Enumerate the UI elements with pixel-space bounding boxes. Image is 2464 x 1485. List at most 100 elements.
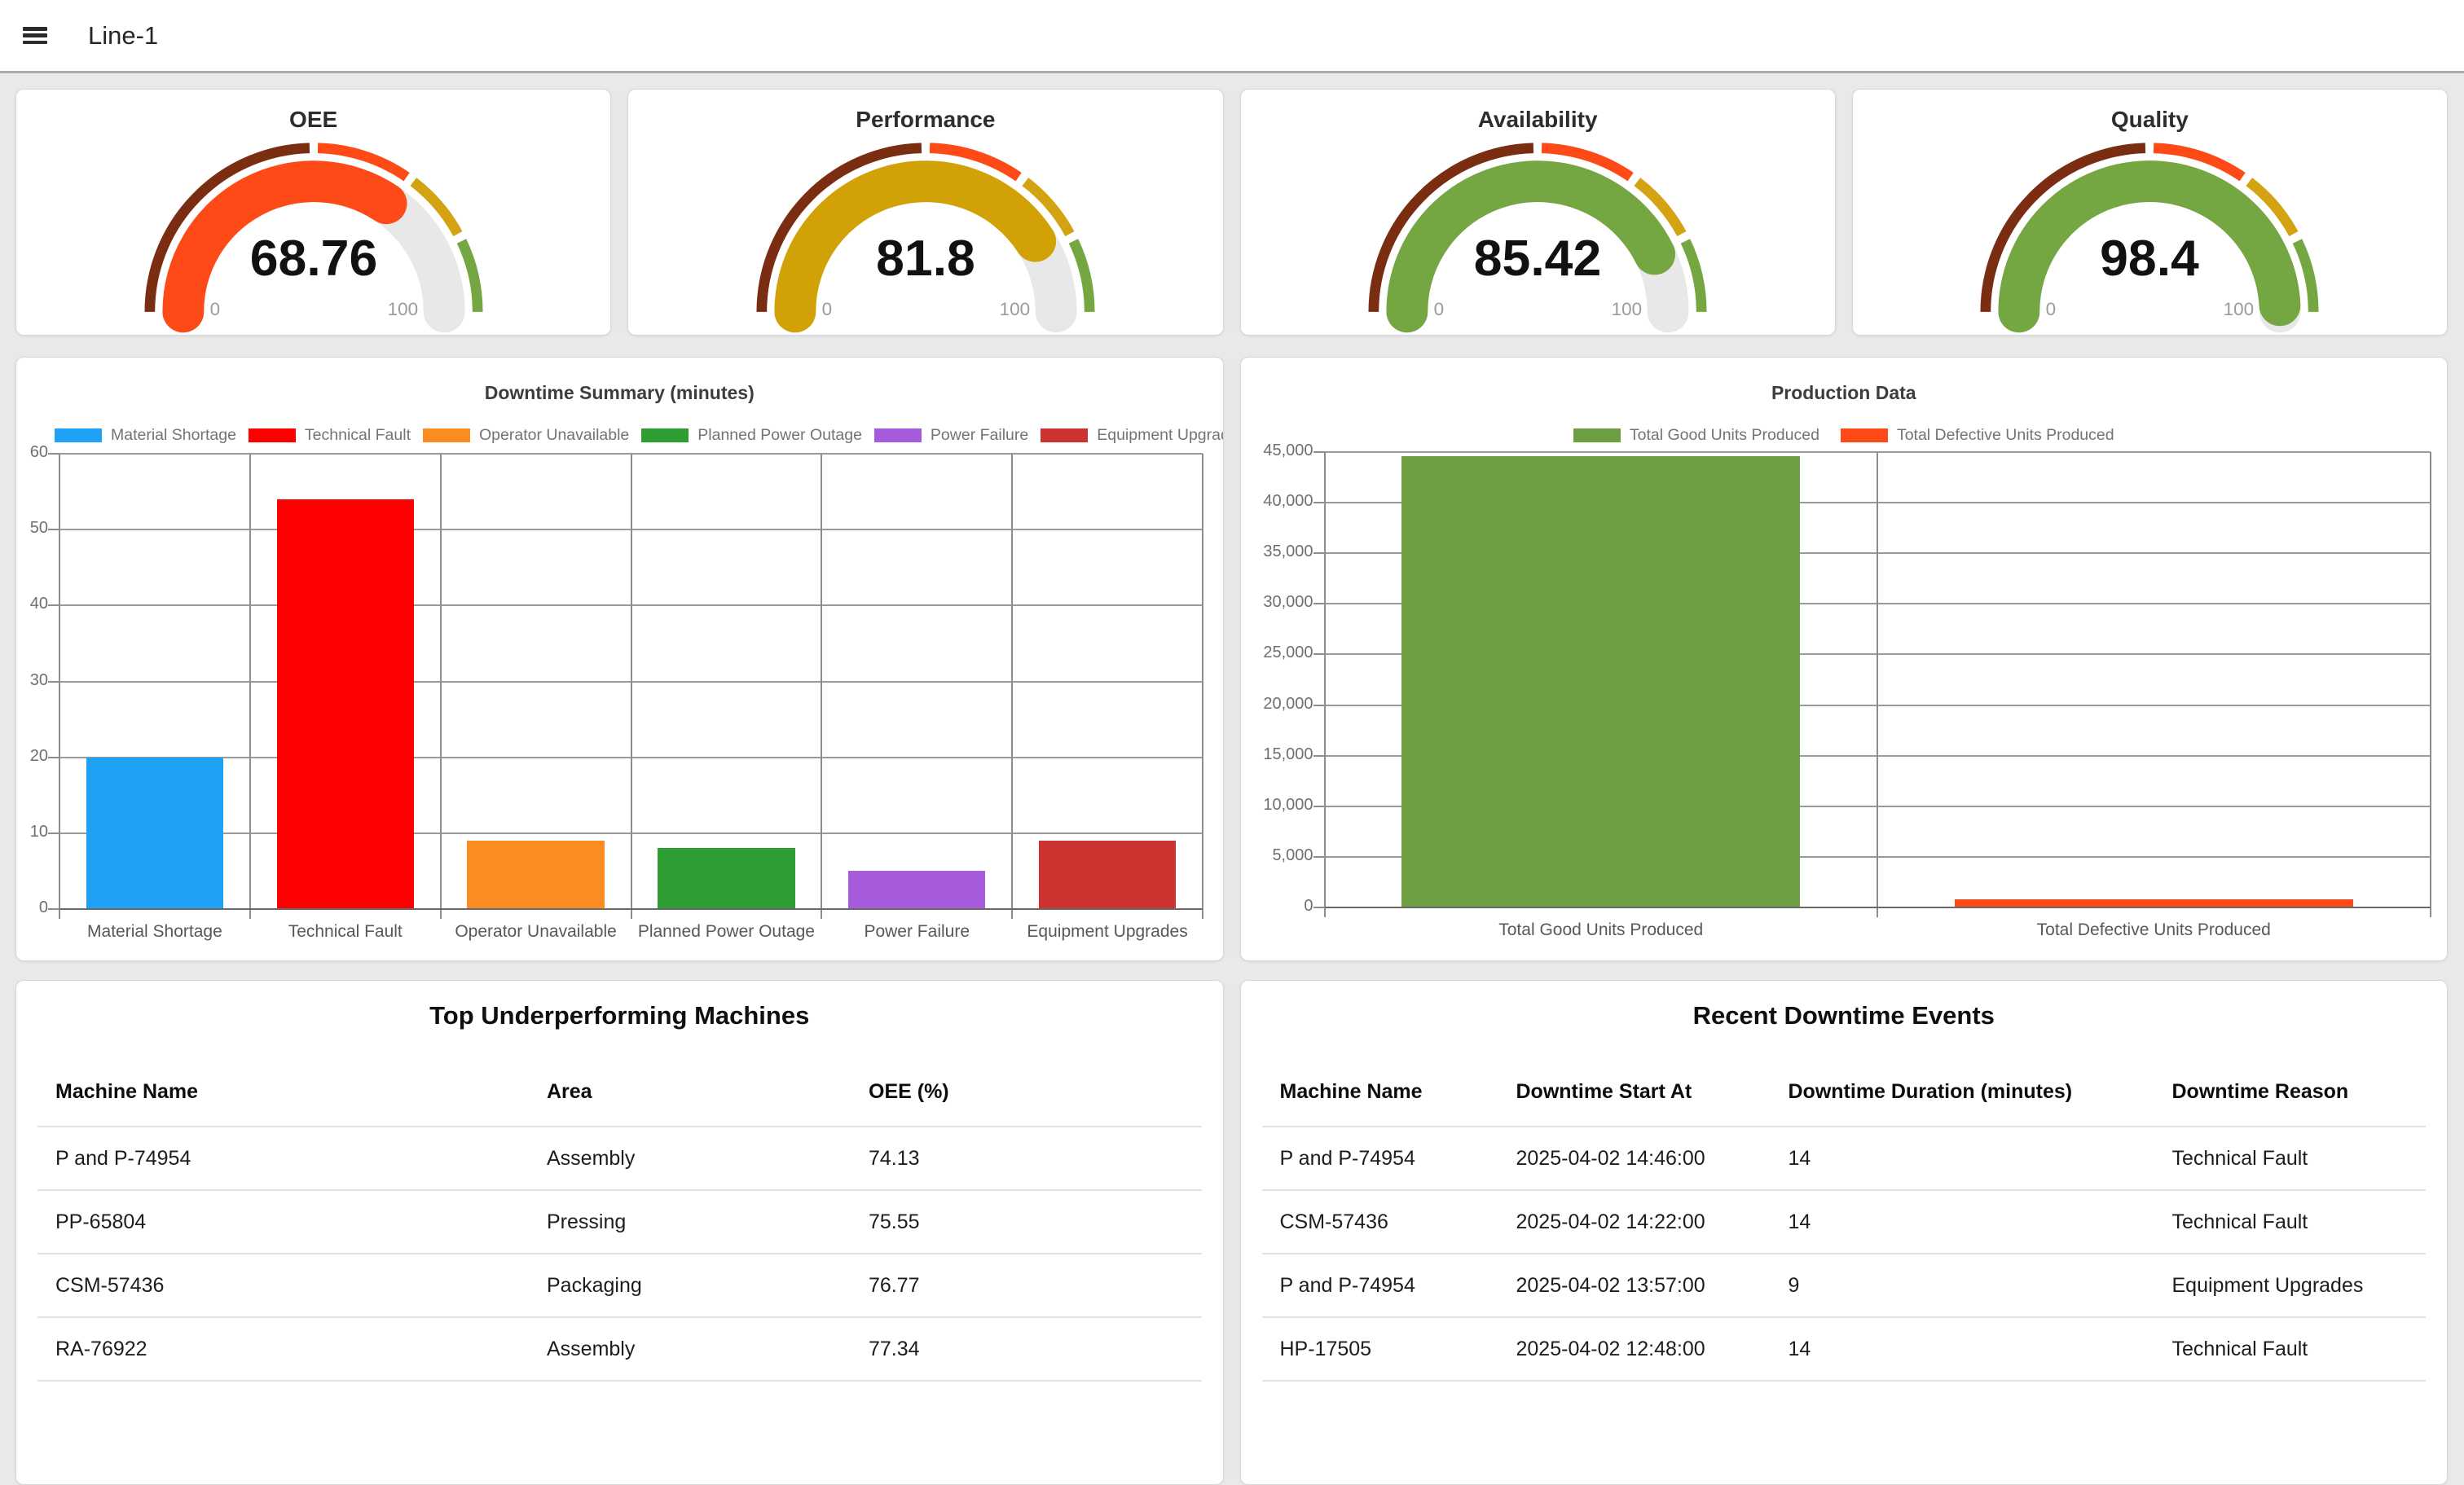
bar-power-failure[interactable]	[848, 871, 985, 909]
gauge-min-label: 0	[822, 299, 833, 319]
legend-swatch	[423, 428, 470, 442]
legend-label: Total Good Units Produced	[1630, 426, 1819, 445]
y-axis-label: 20,000	[1240, 695, 1313, 714]
table-cell: CSM-57436	[1280, 1210, 1516, 1234]
chart-legend: Material ShortageTechnical FaultOperator…	[55, 426, 1224, 445]
x-axis-label: Material Shortage	[59, 922, 250, 942]
table-row: PP-65804Pressing75.55	[16, 1191, 1223, 1253]
y-axis-label: 15,000	[1240, 745, 1313, 764]
x-axis-line	[1325, 907, 2431, 908]
legend-item: Total Good Units Produced	[1573, 426, 1819, 445]
table-cell: 14	[1789, 1338, 2172, 1361]
y-axis-tick	[1313, 907, 1325, 908]
legend-item: Power Failure	[874, 426, 1028, 445]
y-axis-tick	[48, 529, 59, 530]
gauge-value: 98.4	[2101, 230, 2200, 287]
table-row: P and P-74954Assembly74.13	[16, 1127, 1223, 1189]
grid-line-vertical	[1011, 454, 1013, 919]
table-cell: 2025-04-02 13:57:00	[1516, 1274, 1789, 1298]
bar-total-good-units-produced[interactable]	[1401, 456, 1800, 907]
y-axis-label: 0	[15, 898, 48, 917]
underperforming-machines-table: Machine NameAreaOEE (%)P and P-74954Asse…	[16, 1057, 1223, 1382]
y-axis-tick	[48, 908, 59, 910]
table-cell: Assembly	[547, 1147, 869, 1171]
hamburger-icon	[23, 41, 47, 45]
table-row: P and P-749542025-04-02 13:57:009Equipme…	[1241, 1254, 2448, 1316]
grid-line-vertical	[1202, 454, 1203, 919]
y-axis-label: 50	[15, 519, 48, 538]
bar-material-shortage[interactable]	[86, 758, 223, 909]
dashboard: OEE 68.76 0 100 Performance 81.8 0 100 A…	[0, 73, 2464, 1485]
table-cell: CSM-57436	[55, 1274, 547, 1298]
column-header: Downtime Start At	[1516, 1080, 1789, 1104]
grid-line-vertical	[2430, 452, 2431, 917]
table-cell: PP-65804	[55, 1210, 547, 1234]
y-axis-label: 10	[15, 823, 48, 841]
y-axis-tick	[48, 833, 59, 834]
table-cell: 14	[1789, 1210, 2172, 1234]
availability-gauge: 85.42 0 100	[1362, 137, 1713, 336]
table-row: P and P-749542025-04-02 14:46:0014Techni…	[1241, 1127, 2448, 1189]
y-axis-tick	[48, 757, 59, 758]
y-axis-tick	[1313, 502, 1325, 503]
gauge-max-label: 100	[387, 299, 417, 319]
y-axis-label: 45,000	[1240, 442, 1313, 460]
bar-operator-unavailable[interactable]	[467, 841, 604, 909]
y-axis-label: 40,000	[1240, 492, 1313, 511]
y-axis-tick	[48, 453, 59, 455]
oee-gauge-card: OEE 68.76 0 100	[15, 89, 611, 336]
availability-gauge-card: Availability 85.42 0 100	[1240, 89, 1836, 336]
production-data-chart-card: Production Data Total Good Units Produce…	[1240, 357, 2449, 961]
table-cell: Technical Fault	[2172, 1147, 2423, 1171]
x-axis-label: Technical Fault	[250, 922, 441, 942]
grid-line-vertical	[821, 454, 822, 919]
legend-swatch	[1573, 428, 1621, 442]
y-axis-label: 0	[1240, 897, 1313, 916]
legend-label: Power Failure	[931, 426, 1028, 445]
legend-item: Technical Fault	[249, 426, 411, 445]
table-cell: Pressing	[547, 1210, 869, 1234]
y-axis-label: 60	[15, 443, 48, 462]
table-cell: Technical Fault	[2172, 1210, 2423, 1234]
table-header-row: Machine NameDowntime Start AtDowntime Du…	[1241, 1057, 2448, 1126]
gauge-value: 81.8	[876, 230, 975, 287]
row-divider	[37, 1380, 1202, 1382]
legend-item: Planned Power Outage	[641, 426, 862, 445]
performance-gauge: 81.8 0 100	[750, 137, 1101, 336]
legend-item: Material Shortage	[55, 426, 236, 445]
gauge-max-label: 100	[1612, 299, 1642, 319]
bar-planned-power-outage[interactable]	[658, 848, 794, 909]
y-axis-tick	[1313, 755, 1325, 757]
gauge-min-label: 0	[209, 299, 220, 319]
downtime-summary-plot: 0102030405060Material ShortageTechnical …	[59, 454, 1203, 909]
legend-swatch	[1841, 428, 1888, 442]
y-axis-tick	[48, 681, 59, 683]
chart-title: Downtime Summary (minutes)	[16, 382, 1223, 404]
y-axis-tick	[1313, 653, 1325, 655]
gauge-min-label: 0	[2046, 299, 2057, 319]
y-axis-tick	[48, 604, 59, 606]
hamburger-menu-button[interactable]	[23, 27, 47, 44]
bar-technical-fault[interactable]	[277, 499, 414, 909]
table-cell: Assembly	[547, 1338, 869, 1361]
row-divider	[1262, 1380, 2427, 1382]
table-cell: 2025-04-02 14:46:00	[1516, 1147, 1789, 1171]
legend-swatch	[249, 428, 296, 442]
table-cell: RA-76922	[55, 1338, 547, 1361]
table-row: CSM-57436Packaging76.77	[16, 1254, 1223, 1316]
table-cell: 14	[1789, 1147, 2172, 1171]
table-row: HP-175052025-04-02 12:48:0014Technical F…	[1241, 1318, 2448, 1380]
table-cell: Technical Fault	[2172, 1338, 2423, 1361]
legend-label: Planned Power Outage	[697, 426, 862, 445]
table-cell: 9	[1789, 1274, 2172, 1298]
chart-title: Production Data	[1241, 382, 2448, 404]
y-axis-label: 5,000	[1240, 846, 1313, 865]
x-axis-label: Total Good Units Produced	[1325, 920, 1878, 940]
hamburger-icon	[23, 33, 47, 37]
table-row: RA-76922Assembly77.34	[16, 1318, 1223, 1380]
x-axis-label: Equipment Upgrades	[1012, 922, 1203, 942]
bar-equipment-upgrades[interactable]	[1039, 841, 1176, 909]
grid-line-vertical	[1324, 452, 1326, 917]
gauge-title: Performance	[628, 106, 1222, 134]
chart-row: Downtime Summary (minutes) Material Shor…	[15, 357, 2448, 961]
